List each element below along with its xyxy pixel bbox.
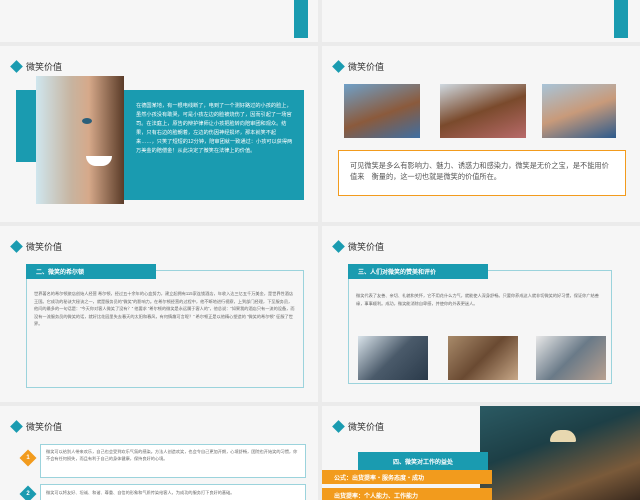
slide-strip-right[interactable] <box>322 0 640 42</box>
slide-title-text: 微笑价值 <box>348 62 385 72</box>
slide-thumbnail-5[interactable]: 微笑价值 1 微笑可以给别人带来欢乐，自己也会受到欢乐气氛的感染。方法人创造欢笑… <box>0 406 318 500</box>
quote-text: 可见微笑是多么有影响力、魅力、诱惑力和感染力，微笑是无价之宝，是不能用价值来 衡… <box>350 161 609 181</box>
slide-thumbnail-2[interactable]: 微笑价值 可见微笑是多么有影响力、魅力、诱惑力和感染力，微笑是无价之宝，是不能用… <box>322 46 640 222</box>
diamond-icon <box>332 240 345 253</box>
smiling-boy-photo-1 <box>344 84 420 138</box>
slide-title-text: 微笑价值 <box>348 242 385 252</box>
meeting-photo-2 <box>448 336 518 380</box>
slide-thumbnail-4[interactable]: 微笑价值 三、人们对微笑的赞美和评价 微笑代表了友善、亲切、礼貌和关怀，它不用花… <box>322 226 640 402</box>
pendant-lamp-icon <box>550 430 576 442</box>
section-body: 微笑代表了友善、亲切、礼貌和关怀，它不用花什么力气，就能使人深身舒畅。只要你养成… <box>356 293 599 306</box>
diamond-icon <box>10 420 23 433</box>
cafe-photo <box>480 406 640 500</box>
item-number: 2 <box>26 491 30 497</box>
teal-band-left <box>16 90 36 162</box>
slide-title-text: 微笑价值 <box>26 242 63 252</box>
slide-strip-left[interactable] <box>0 0 318 42</box>
slide-title: 微笑价值 <box>332 60 385 73</box>
teal-block <box>294 0 308 38</box>
slide-thumbnail-3[interactable]: 微笑价值 二、微笑的希尔顿 世界著名的希尔顿旅店创始人经营 希尔顿，经过五十余年… <box>0 226 318 402</box>
diamond-icon <box>10 240 23 253</box>
diamond-icon <box>10 60 23 73</box>
item-number: 1 <box>26 455 30 461</box>
slide-title-text: 微笑价值 <box>348 422 385 432</box>
meeting-photo-3 <box>536 336 606 380</box>
boy-smile-photo <box>36 76 124 204</box>
slide-title-text: 微笑价值 <box>26 422 63 432</box>
content-box <box>26 270 304 388</box>
slide-thumbnail-6[interactable]: 微笑价值 四、微笑对工作的益处 公式：出货提率・服务态度・成功 出货提率：个人能… <box>322 406 640 500</box>
item-text: 微笑可以将友好、坦诚、和谐、尊重、自信的形象和气质传染给客人，为成功的服务打下良… <box>46 490 235 495</box>
slide-title: 微笑价值 <box>332 420 385 433</box>
teal-block <box>614 0 628 38</box>
smiling-boys-photo-2 <box>440 84 526 138</box>
slide-title: 微笑价值 <box>332 240 385 253</box>
slide-title: 微笑价值 <box>10 240 63 253</box>
slide-title: 微笑价值 <box>10 420 63 433</box>
section-header: 三、人们对微笑的赞美和评价 <box>348 264 488 279</box>
diamond-icon <box>332 420 345 433</box>
smiling-boy-photo-3 <box>542 84 616 138</box>
section-body: 世界著名的希尔顿旅店创始人经营 希尔顿，经过五十余年的心血努力，建立起拥有115… <box>34 291 295 326</box>
section-header: 四、微笑对工作的益处 <box>358 452 488 471</box>
section-header: 二、微笑的希尔顿 <box>26 264 156 279</box>
diamond-icon <box>332 60 345 73</box>
paragraph-text: 在德国某地，有一根电线断了，电到了一个测好路过的小孩的脸上，虽然小孩没有敢哭，可… <box>136 103 293 154</box>
slide-title: 微笑价值 <box>10 60 63 73</box>
formula-text-1: 公式：出货提率・服务态度・成功 <box>334 476 425 482</box>
item-text: 微笑可以给别人带来欢乐，自己也会受到欢乐气氛的感染。方法人创造欢笑，也会令自己更… <box>46 449 298 461</box>
formula-text-2: 出货提率：个人能力、工作能力 <box>334 494 419 500</box>
meeting-photo-1 <box>358 336 428 380</box>
slide-title-text: 微笑价值 <box>26 62 63 72</box>
slide-thumbnail-1[interactable]: 微笑价值 在德国某地，有一根电线断了，电到了一个测好路过的小孩的脸上，虽然小孩没… <box>0 46 318 222</box>
